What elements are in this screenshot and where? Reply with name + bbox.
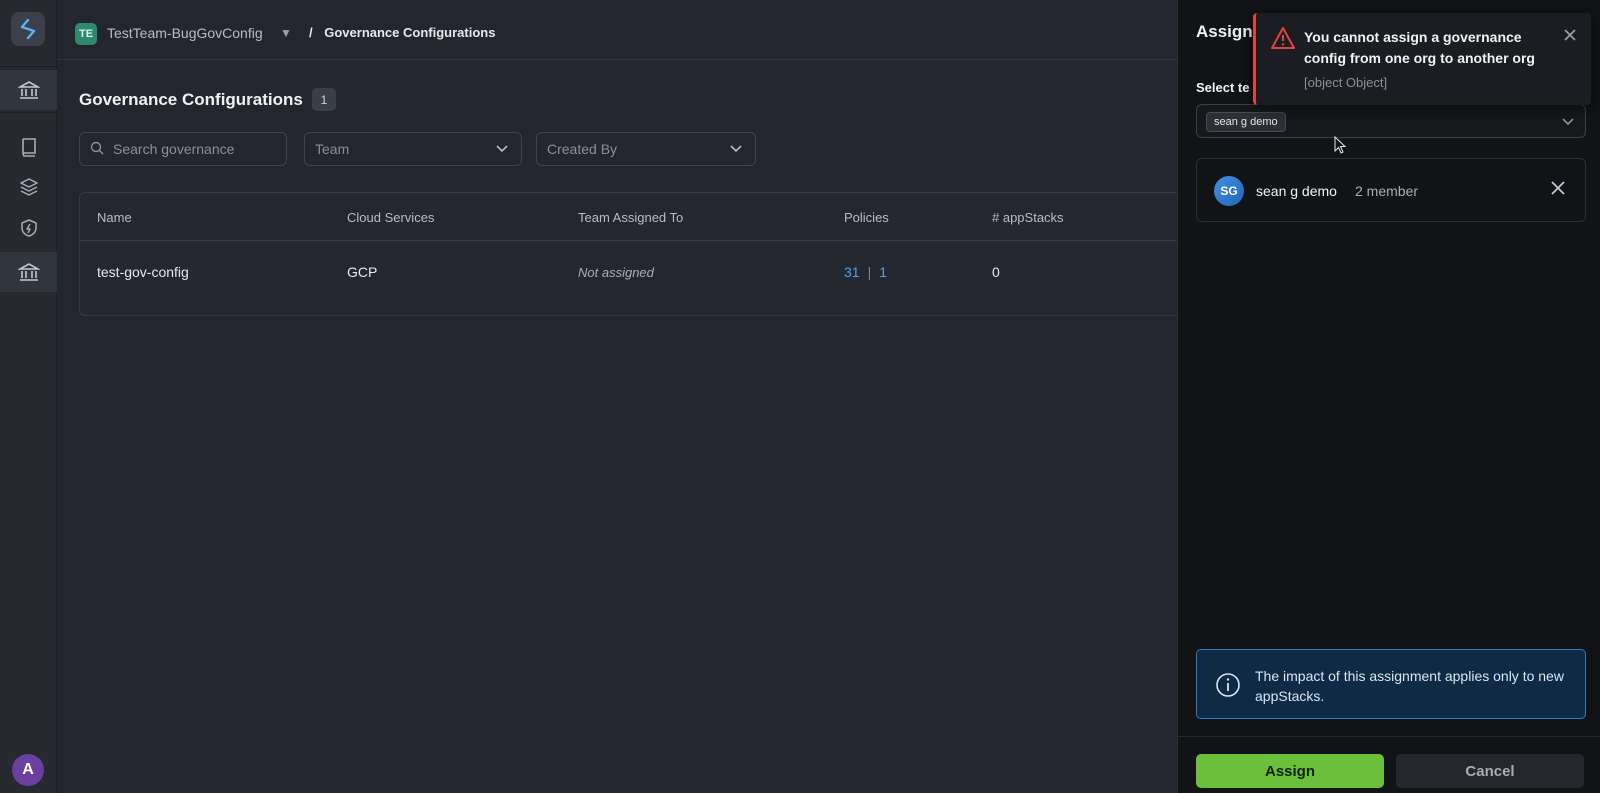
- team-switcher[interactable]: TestTeam-BugGovConfig: [107, 25, 263, 41]
- cell-policies: 31 | 1: [844, 264, 887, 280]
- user-avatar[interactable]: A: [12, 754, 44, 786]
- footer-divider: [1178, 736, 1600, 737]
- bank-icon[interactable]: [0, 70, 57, 110]
- cancel-button[interactable]: Cancel: [1396, 754, 1584, 788]
- team-name: sean g demo: [1256, 183, 1337, 199]
- left-rail: A: [0, 0, 57, 793]
- assign-drawer: Assign Select te sean g demo SG sean g d…: [1177, 0, 1600, 793]
- search-icon: [90, 141, 104, 158]
- column-header-policies[interactable]: Policies: [844, 210, 889, 225]
- column-header-cloud[interactable]: Cloud Services: [347, 210, 434, 225]
- rail-divider: [0, 112, 57, 113]
- member-count: 2 member: [1355, 183, 1419, 199]
- toast-title: You cannot assign a governance config fr…: [1304, 29, 1535, 66]
- info-icon: [1215, 672, 1241, 703]
- info-text: The impact of this assignment applies on…: [1255, 668, 1564, 704]
- cell-appstacks: 0: [992, 264, 1000, 280]
- chevron-down-icon: [495, 141, 509, 158]
- created-by-filter[interactable]: Created By: [536, 132, 756, 166]
- error-toast: You cannot assign a governance config fr…: [1253, 13, 1591, 105]
- team-select[interactable]: sean g demo: [1196, 104, 1586, 138]
- logo-icon[interactable]: [11, 12, 45, 46]
- chevron-down-icon[interactable]: [1561, 114, 1575, 133]
- breadcrumb-current: Governance Configurations: [324, 25, 496, 40]
- select-team-label: Select te: [1196, 80, 1250, 95]
- search-input[interactable]: Search governance: [79, 132, 287, 166]
- close-icon[interactable]: [1563, 28, 1577, 47]
- table-header: Name Cloud Services Team Assigned To Pol…: [80, 193, 1179, 241]
- team-badge: TE: [75, 23, 97, 45]
- layers-icon[interactable]: [0, 167, 57, 207]
- shield-icon[interactable]: [0, 208, 57, 248]
- chevron-down-icon: [729, 141, 743, 158]
- breadcrumb-separator: /: [309, 25, 313, 40]
- created-by-filter-label: Created By: [547, 141, 618, 157]
- info-banner: The impact of this assignment applies on…: [1196, 649, 1586, 719]
- column-header-name[interactable]: Name: [97, 210, 132, 225]
- team-filter[interactable]: Team: [304, 132, 522, 166]
- column-header-appstacks[interactable]: # appStacks: [992, 210, 1064, 225]
- team-avatar: SG: [1214, 176, 1244, 206]
- close-icon[interactable]: [1549, 179, 1567, 202]
- count-badge: 1: [312, 88, 336, 111]
- cell-name[interactable]: test-gov-config: [97, 264, 189, 280]
- cell-cloud: GCP: [347, 264, 378, 280]
- breadcrumb: / Governance Configurations: [309, 25, 495, 40]
- rail-divider: [0, 66, 57, 67]
- search-placeholder: Search governance: [113, 141, 235, 157]
- mouse-cursor-icon: [1334, 135, 1348, 161]
- selected-team-card: SG sean g demo 2 member: [1196, 158, 1586, 222]
- warning-icon: [1270, 26, 1296, 55]
- governance-table: Name Cloud Services Team Assigned To Pol…: [79, 192, 1179, 316]
- policies-separator: |: [867, 264, 872, 280]
- policies-count-link[interactable]: 31: [844, 264, 860, 280]
- bank-icon[interactable]: [0, 252, 57, 292]
- cell-team: Not assigned: [578, 265, 654, 280]
- drawer-title: Assign: [1196, 22, 1253, 41]
- caret-down-icon[interactable]: ▼: [280, 26, 292, 40]
- assign-button[interactable]: Assign: [1196, 754, 1384, 788]
- toast-subtitle: [object Object]: [1304, 75, 1388, 90]
- book-icon[interactable]: [0, 127, 57, 167]
- page-title: Governance Configurations: [79, 90, 303, 109]
- column-header-team[interactable]: Team Assigned To: [578, 210, 683, 225]
- policies-secondary-link[interactable]: 1: [879, 264, 887, 280]
- selected-team-chip[interactable]: sean g demo: [1206, 112, 1286, 132]
- top-bar: TE TestTeam-BugGovConfig ▼ / Governance …: [57, 0, 1177, 60]
- team-filter-label: Team: [315, 141, 350, 157]
